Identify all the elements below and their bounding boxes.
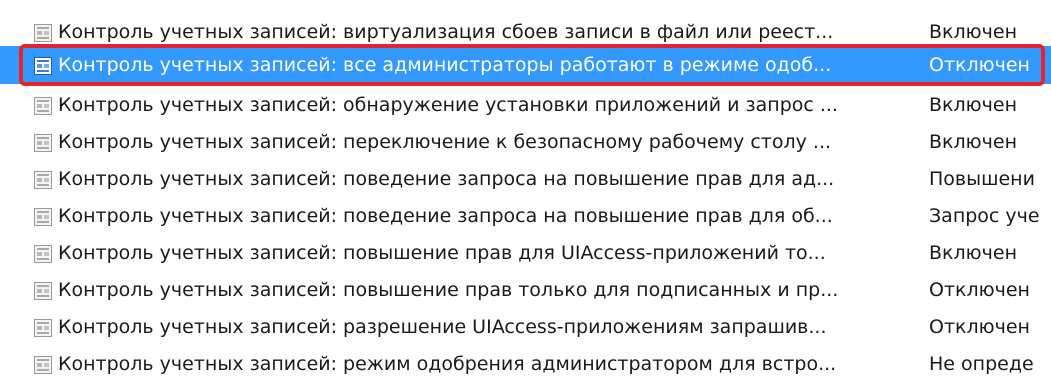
policy-setting-icon xyxy=(34,282,52,300)
security-setting: Включен xyxy=(929,94,1017,116)
security-setting: Включен xyxy=(929,131,1017,153)
policy-row[interactable]: Контроль учетных записей: режим одобрени… xyxy=(0,345,1051,383)
policy-setting-icon xyxy=(34,97,52,115)
security-setting: Не опреде xyxy=(929,353,1034,375)
policy-setting-icon xyxy=(34,208,52,226)
policy-setting-icon xyxy=(34,171,52,189)
policy-name: Контроль учетных записей: обнаружение ус… xyxy=(58,94,838,116)
policy-row[interactable]: Контроль учетных записей: поведение запр… xyxy=(0,197,1051,235)
policy-name: Контроль учетных записей: поведение запр… xyxy=(58,205,833,227)
policy-name: Контроль учетных записей: поведение запр… xyxy=(58,168,835,190)
security-setting: Отключен xyxy=(929,279,1030,301)
policy-name: Контроль учетных записей: повышение прав… xyxy=(58,242,826,264)
security-setting: Отключен xyxy=(929,54,1030,76)
policy-name: Контроль учетных записей: режим одобрени… xyxy=(58,353,837,375)
policy-row[interactable]: Контроль учетных записей: повышение прав… xyxy=(0,234,1051,272)
policy-setting-icon xyxy=(34,245,52,263)
policy-row[interactable]: Контроль учетных записей: разрешение UIA… xyxy=(0,308,1051,346)
policy-setting-icon xyxy=(34,356,52,374)
policy-setting-icon xyxy=(34,319,52,337)
security-setting: Включен xyxy=(929,242,1017,264)
policy-name: Контроль учетных записей: повышение прав… xyxy=(58,279,839,301)
security-setting: Повышени xyxy=(929,168,1035,190)
policy-row[interactable]: Контроль учетных записей: обнаружение ус… xyxy=(0,86,1051,124)
security-setting: Запрос уче xyxy=(929,205,1040,227)
policy-name: Контроль учетных записей: все администра… xyxy=(58,54,832,76)
policy-setting-icon xyxy=(34,57,52,75)
policy-name: Контроль учетных записей: разрешение UIA… xyxy=(58,316,827,338)
policy-row[interactable]: Контроль учетных записей: переключение к… xyxy=(0,123,1051,161)
policy-setting-icon xyxy=(34,24,52,42)
security-setting: Отключен xyxy=(929,316,1030,338)
policy-row-selected[interactable]: Контроль учетных записей: все администра… xyxy=(0,46,1051,84)
policy-row[interactable]: Контроль учетных записей: повышение прав… xyxy=(0,271,1051,309)
policy-row[interactable]: Контроль учетных записей: поведение запр… xyxy=(0,160,1051,198)
policy-setting-icon xyxy=(34,134,52,152)
policy-name: Контроль учетных записей: переключение к… xyxy=(58,131,832,153)
